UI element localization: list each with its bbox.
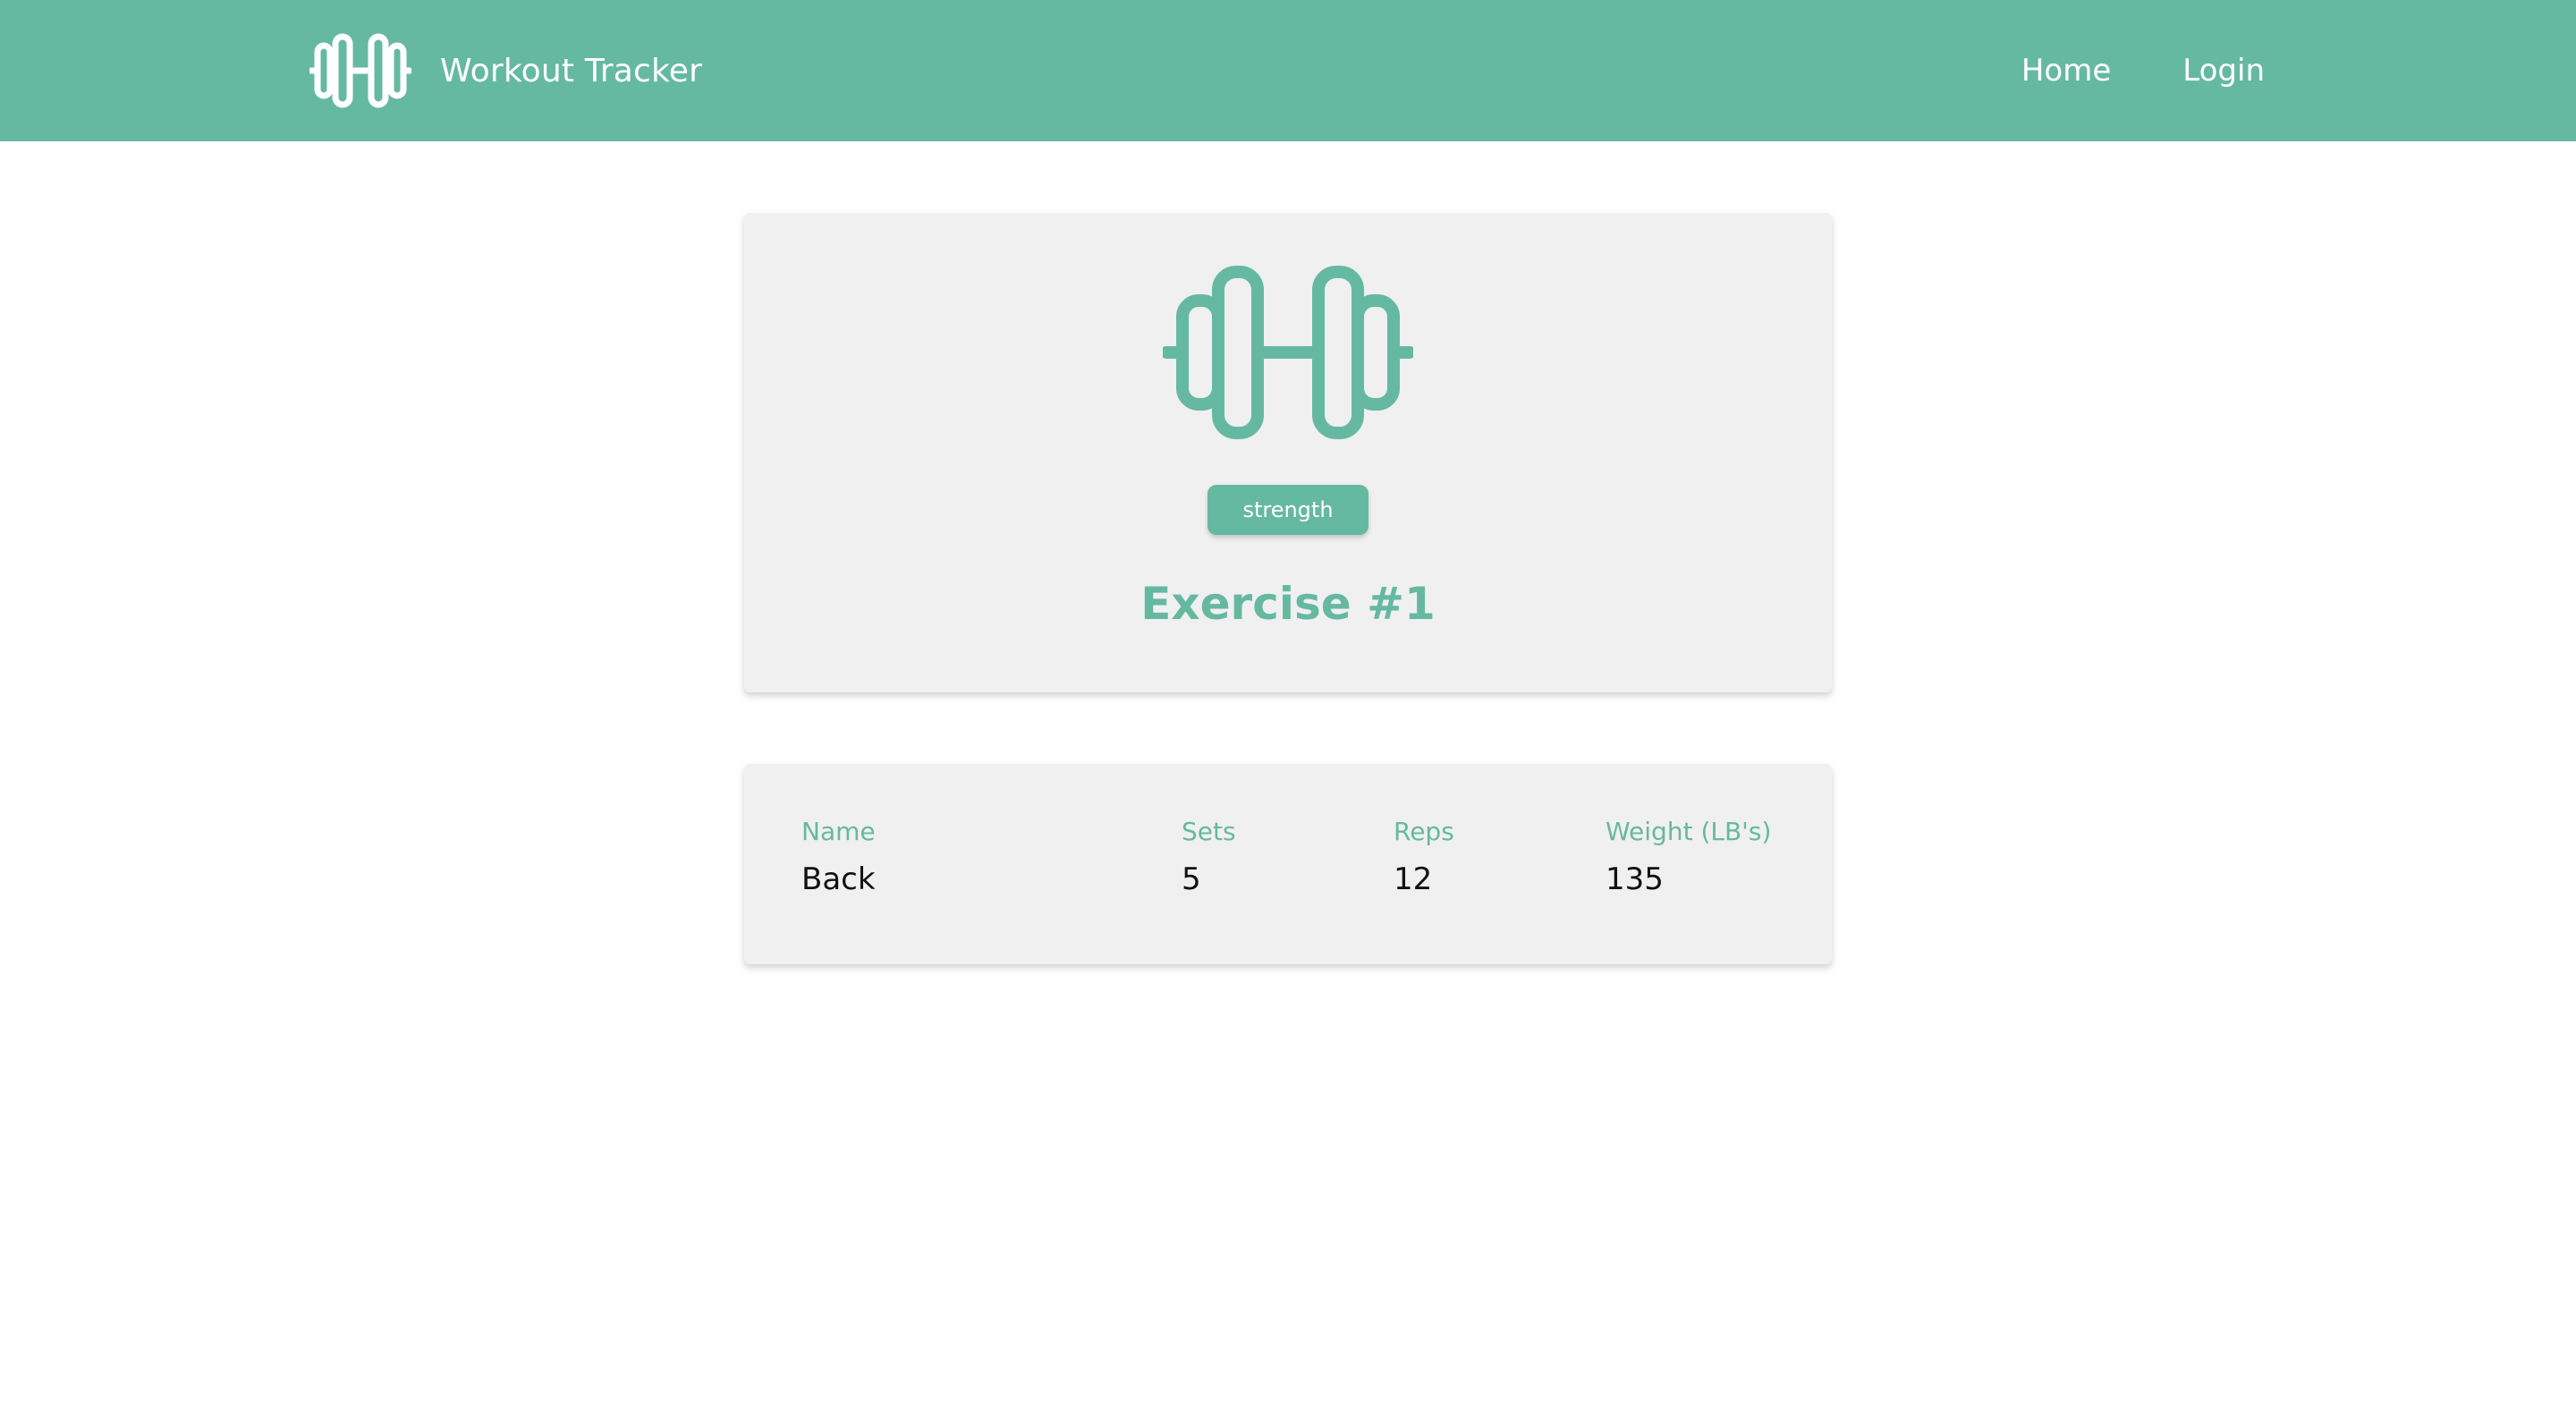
stat-label: Name: [801, 817, 876, 846]
stat-value: 12: [1394, 861, 1433, 897]
top-navbar: Workout Tracker Home Login: [0, 0, 2576, 141]
dumbbell-icon: [1163, 266, 1413, 439]
exercise-title: Exercise #1: [1140, 578, 1436, 630]
stat-label: Weight (LB's): [1606, 817, 1772, 846]
stat-weight: Weight (LB's) 135: [1606, 819, 1771, 895]
exercise-card: strength Exercise #1: [744, 213, 1832, 692]
stat-value: Back: [801, 861, 876, 897]
stat-value: 135: [1606, 861, 1664, 897]
stat-label: Reps: [1394, 817, 1454, 846]
nav-links: Home Login: [2021, 0, 2265, 141]
stat-value: 5: [1182, 861, 1201, 897]
brand-name: Workout Tracker: [440, 52, 703, 89]
stat-name: Name Back: [801, 819, 876, 895]
nav-home-link[interactable]: Home: [2021, 53, 2111, 89]
stat-reps: Reps 12: [1394, 819, 1454, 895]
brand-link[interactable]: Workout Tracker: [309, 33, 702, 108]
stat-label: Sets: [1182, 817, 1236, 846]
stat-sets: Sets 5: [1182, 819, 1236, 895]
exercise-stats-card: Name Back Sets 5 Reps 12 Weight (LB's) 1…: [744, 764, 1832, 964]
exercise-type-badge: strength: [1208, 485, 1368, 535]
nav-login-link[interactable]: Login: [2182, 53, 2265, 89]
dumbbell-icon: [309, 33, 411, 108]
